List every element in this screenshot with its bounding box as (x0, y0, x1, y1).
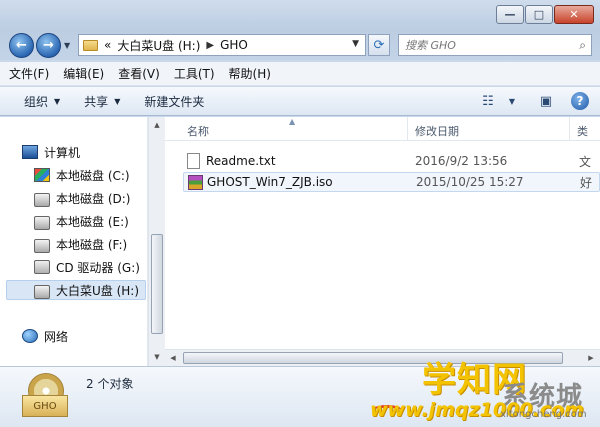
cd-drive-icon (34, 260, 50, 274)
column-header-date[interactable]: 修改日期 (415, 123, 459, 139)
share-button[interactable]: 共享 ▼ (84, 93, 120, 110)
chevron-down-icon: ▼ (64, 41, 71, 50)
gho-folder-icon: GHO (22, 373, 68, 421)
column-header-name[interactable]: 名称 (187, 123, 209, 139)
view-mode-icon[interactable]: ☷ (478, 91, 498, 111)
minimize-button[interactable]: — (496, 5, 524, 24)
new-folder-button[interactable]: 新建文件夹 (144, 93, 204, 110)
nav-label: 本地磁盘 (F:) (56, 237, 128, 252)
back-button[interactable]: ← (9, 33, 34, 58)
drive-icon (34, 239, 50, 253)
nav-label: 计算机 (44, 145, 81, 160)
file-list-horizontal-scrollbar[interactable]: ◀ ▶ (165, 349, 600, 366)
nav-item-cd-drive-g[interactable]: CD 驱动器 (G:) (34, 257, 140, 277)
arrow-left-icon: ← (16, 38, 27, 53)
maximize-button[interactable]: □ (525, 5, 553, 24)
file-date: 2016/9/2 13:56 (415, 154, 508, 168)
address-row: ← → ▼ « 大白菜U盘 (H:) ▶ GHO ▼ ⟳ ⌕ (0, 30, 600, 60)
file-type: 文 (579, 154, 592, 169)
file-row-readme[interactable]: Readme.txt 2016/9/2 13:56 文 (183, 151, 600, 171)
network-icon (22, 329, 38, 343)
column-divider[interactable] (569, 117, 570, 141)
nav-label: 本地磁盘 (C:) (56, 168, 130, 183)
menu-help[interactable]: 帮助(H) (229, 65, 271, 82)
column-header-row: ▲ 名称 修改日期 类 (165, 117, 600, 141)
menu-edit[interactable]: 编辑(E) (63, 65, 104, 82)
drive-icon (34, 216, 50, 230)
search-input[interactable] (399, 36, 569, 54)
new-folder-label: 新建文件夹 (144, 94, 205, 109)
nav-label: 本地磁盘 (D:) (56, 191, 131, 206)
menu-bar: 文件(F) 编辑(E) 查看(V) 工具(T) 帮助(H) (0, 62, 600, 86)
nav-item-drive-c[interactable]: 本地磁盘 (C:) (34, 165, 130, 185)
menu-file[interactable]: 文件(F) (9, 65, 49, 82)
chevron-down-icon: ▼ (114, 96, 121, 106)
view-controls: ☷ ▼ ▣ ? (464, 91, 590, 111)
column-divider[interactable] (407, 117, 408, 141)
nav-label: 大白菜U盘 (H:) (56, 283, 140, 298)
file-row-ghost-iso[interactable]: GHOST_Win7_ZJB.iso 2015/10/25 15:27 好 (183, 172, 600, 192)
breadcrumb-separator-icon[interactable]: ▶ (206, 40, 214, 51)
help-icon[interactable]: ? (571, 92, 589, 110)
chevron-down-icon: ▼ (54, 96, 61, 106)
scroll-left-arrow-icon[interactable]: ◀ (165, 350, 181, 366)
breadcrumb-folder[interactable]: GHO (220, 38, 248, 52)
window-controls: — □ ✕ (495, 5, 594, 24)
usb-drive-icon (34, 285, 50, 299)
nav-item-drive-f[interactable]: 本地磁盘 (F:) (34, 234, 127, 254)
file-type: 好 (580, 175, 593, 190)
organize-button[interactable]: 组织 ▼ (24, 93, 60, 110)
scroll-right-arrow-icon[interactable]: ▶ (583, 350, 599, 366)
organize-label: 组织 (24, 94, 49, 109)
navigation-pane: 计算机 本地磁盘 (C:) 本地磁盘 (D:) 本地磁盘 (E:) 本地磁盘 (… (0, 117, 148, 366)
breadcrumb-overflow[interactable]: « (104, 38, 111, 52)
scrollbar-thumb[interactable] (151, 234, 163, 334)
nav-item-drive-d[interactable]: 本地磁盘 (D:) (34, 188, 130, 208)
command-bar: 组织 ▼ 共享 ▼ 新建文件夹 ☷ ▼ ▣ ? (0, 87, 600, 116)
arrow-right-icon: → (43, 38, 54, 53)
menu-tools[interactable]: 工具(T) (174, 65, 215, 82)
gho-icon-label: GHO (22, 395, 68, 417)
scroll-up-arrow-icon[interactable]: ▲ (149, 117, 165, 133)
nav-item-drive-e[interactable]: 本地磁盘 (E:) (34, 211, 129, 231)
sort-ascending-icon: ▲ (289, 117, 296, 126)
drive-icon (34, 193, 50, 207)
file-name: Readme.txt (206, 154, 276, 168)
system-drive-icon (34, 168, 50, 182)
nav-item-network[interactable]: 网络 (22, 326, 68, 346)
address-bar[interactable]: « 大白菜U盘 (H:) ▶ GHO ▼ (78, 34, 366, 56)
menu-view[interactable]: 查看(V) (118, 65, 160, 82)
chevron-down-icon: ▼ (352, 39, 359, 49)
nav-label: 本地磁盘 (E:) (56, 214, 129, 229)
nav-item-computer[interactable]: 计算机 (22, 142, 80, 162)
recent-pages-dropdown[interactable]: ▼ (64, 41, 70, 50)
preview-pane-icon[interactable]: ▣ (536, 91, 556, 111)
share-label: 共享 (84, 94, 109, 109)
address-history-dropdown[interactable]: ▼ (352, 39, 359, 49)
text-file-icon (187, 153, 200, 169)
title-bar: — □ ✕ (0, 0, 600, 30)
search-box: ⌕ (398, 34, 592, 56)
column-header-type[interactable]: 类 (577, 123, 588, 139)
close-button[interactable]: ✕ (554, 5, 594, 24)
breadcrumb-drive[interactable]: 大白菜U盘 (H:) (117, 37, 200, 54)
file-list: ▲ 名称 修改日期 类 Readme.txt 2016/9/2 13:56 文 … (165, 117, 600, 366)
refresh-icon: ⟳ (373, 37, 385, 53)
refresh-button[interactable]: ⟳ (368, 34, 390, 56)
archive-file-icon (188, 175, 203, 190)
search-icon[interactable]: ⌕ (579, 38, 586, 53)
view-mode-dropdown-icon[interactable]: ▼ (502, 91, 522, 111)
nav-label: 网络 (44, 329, 69, 344)
nav-item-usb-drive-h[interactable]: 大白菜U盘 (H:) (6, 280, 146, 300)
scroll-down-arrow-icon[interactable]: ▼ (149, 349, 165, 365)
file-name: GHOST_Win7_ZJB.iso (207, 175, 333, 189)
file-date: 2015/10/25 15:27 (416, 175, 524, 189)
forward-button[interactable]: → (36, 33, 61, 58)
item-count: 2 个对象 (86, 377, 134, 391)
folder-icon (83, 39, 98, 51)
computer-icon (22, 145, 38, 159)
navigation-scrollbar[interactable]: ▲ ▼ (148, 117, 165, 366)
watermark-domain: xitongcheng.com (500, 409, 587, 420)
nav-label: CD 驱动器 (G:) (56, 260, 140, 275)
